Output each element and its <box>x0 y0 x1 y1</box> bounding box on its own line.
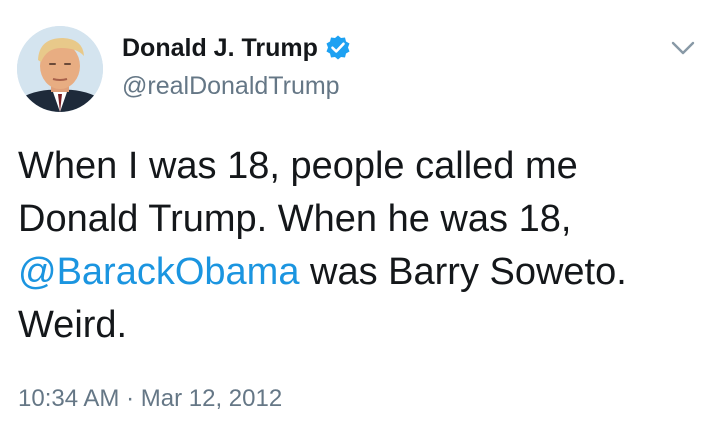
avatar-image <box>17 26 103 112</box>
author-handle[interactable]: @realDonaldTrump <box>122 70 340 102</box>
avatar[interactable] <box>17 26 103 112</box>
mention-link[interactable]: @BarackObama <box>18 251 299 293</box>
timestamp-separator: · <box>126 385 135 412</box>
author-name-row: Donald J. Trump <box>122 31 352 65</box>
tweet-timestamp[interactable]: 10:34 AM · Mar 12, 2012 <box>18 382 282 416</box>
tweet-time: 10:34 AM <box>18 385 120 412</box>
author-display-name[interactable]: Donald J. Trump <box>122 31 318 65</box>
tweet-text-part1: When I was 18, people called me Donald T… <box>18 145 578 240</box>
tweet-card: Donald J. Trump @realDonaldTrump When I … <box>0 0 720 439</box>
chevron-down-icon[interactable] <box>668 36 698 60</box>
verified-badge-icon <box>324 34 352 62</box>
tweet-text: When I was 18, people called me Donald T… <box>18 140 708 352</box>
tweet-date: Mar 12, 2012 <box>140 385 283 412</box>
